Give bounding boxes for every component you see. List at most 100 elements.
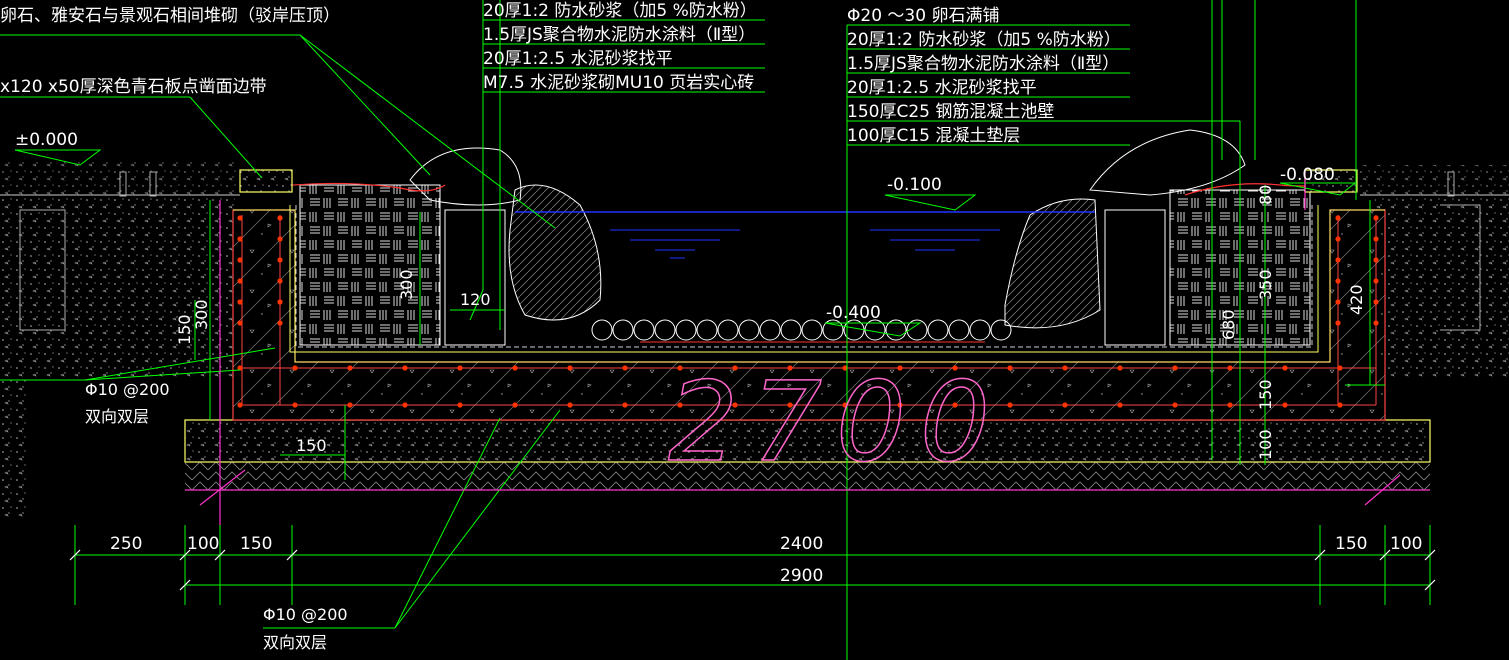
rebar-dot xyxy=(402,365,408,371)
rebar-dot xyxy=(1062,365,1068,371)
dim-left-300: 300 xyxy=(192,299,211,330)
rebar-dot xyxy=(1335,278,1341,284)
layer-spec-item: 20厚1:2 防水砂浆（加5 %防水粉） xyxy=(483,1,757,21)
dim-brick-width: 120 xyxy=(460,290,491,309)
dim-right-420: 420 xyxy=(1347,284,1366,315)
rebar-dot xyxy=(567,365,573,371)
rebar-dot xyxy=(402,402,408,408)
rebar-dot xyxy=(622,402,628,408)
dim-label: 100 xyxy=(187,534,219,554)
callout-stone-coping: 卵石、雅安石与景观石相间堆砌（驳岸压顶） xyxy=(0,6,340,26)
dim-label: 150 xyxy=(1335,534,1367,554)
pebble xyxy=(801,319,823,341)
rebar-dot xyxy=(1172,402,1178,408)
rebar-dot xyxy=(277,320,283,326)
rebar-dot xyxy=(277,236,283,242)
layer-spec-item: 150厚C25 钢筋混凝土池壁 xyxy=(847,102,1054,122)
rebar-dot xyxy=(237,257,243,263)
rebar-bottom-note: 双向双层 xyxy=(263,633,327,652)
right-brick-coping xyxy=(1104,209,1166,346)
rebar-dot xyxy=(1373,257,1379,263)
pebble xyxy=(927,319,949,341)
bottom-dimension-chain xyxy=(69,525,1436,605)
pool-section-drawing: 卵石、雅安石与景观石相间堆砌（驳岸压顶） x120 x50厚深色青石板点凿面边带… xyxy=(0,0,1509,660)
rebar-dot xyxy=(1007,402,1013,408)
rebar-left-note: 双向双层 xyxy=(85,407,149,426)
rebar-dot xyxy=(1337,365,1343,371)
layer-spec-item: Φ20 ～30 卵石满铺 xyxy=(847,6,999,26)
callout-edge-band: x120 x50厚深色青石板点凿面边带 xyxy=(0,77,267,97)
left-brick-wall xyxy=(299,184,441,346)
rebar-dot xyxy=(457,365,463,371)
rebar-dot xyxy=(1335,299,1341,305)
rebar-dot xyxy=(1373,215,1379,221)
dim-label: 150 xyxy=(240,534,272,554)
layer-spec-item: 20厚1:2.5 水泥砂浆找平 xyxy=(483,49,673,69)
rebar-dot xyxy=(237,299,243,305)
rebar-dot xyxy=(1335,236,1341,242)
left-edge-stone-band xyxy=(239,169,293,193)
rebar-dot xyxy=(1117,402,1123,408)
bottom-dimension-labels: 250 100 150 2400 150 100 xyxy=(110,534,1422,554)
rebar-dot xyxy=(1117,365,1123,371)
pebble xyxy=(969,319,991,341)
layer-spec-item: 100厚C15 混凝土垫层 xyxy=(847,126,1020,146)
rebar-dot xyxy=(1373,236,1379,242)
dim-label: 250 xyxy=(110,534,142,554)
rebar-dot xyxy=(277,215,283,221)
elevation-zero: ±0.000 xyxy=(15,130,78,150)
dim-right-100: 100 xyxy=(1256,429,1275,460)
dim-right-80: 80 xyxy=(1256,185,1275,205)
rebar-dot xyxy=(1282,365,1288,371)
rebar-dot xyxy=(292,402,298,408)
rebar-dot xyxy=(1373,320,1379,326)
dim-total: 2900 xyxy=(780,566,823,586)
rebar-dot xyxy=(1335,215,1341,221)
dim-right-150: 150 xyxy=(1256,379,1275,410)
rebar-bottom-spec: Φ10 @200 xyxy=(263,605,348,624)
rebar-dot xyxy=(277,299,283,305)
layer-spec-left: 20厚1:2 防水砂浆（加5 %防水粉） 1.5厚JS聚合物水泥防水涂料（Ⅱ型） 2… xyxy=(483,1,757,93)
rebar-dot xyxy=(347,365,353,371)
dim-label: 100 xyxy=(1390,534,1422,554)
rebar-dot xyxy=(1062,402,1068,408)
pebble xyxy=(612,319,634,341)
pebble xyxy=(696,319,718,341)
rebar-dot xyxy=(457,402,463,408)
rebar-dot xyxy=(512,402,518,408)
rebar-dot xyxy=(1007,365,1013,371)
rebar-dot xyxy=(1227,365,1233,371)
dim-right-350: 350 xyxy=(1256,269,1275,300)
rebar-dot xyxy=(277,257,283,263)
rebar-dot xyxy=(237,215,243,221)
rebar-dot xyxy=(1373,278,1379,284)
rebar-dot xyxy=(622,365,628,371)
elevation-water-level: -0.100 xyxy=(887,175,942,195)
rebar-dot xyxy=(237,402,243,408)
rebar-dot xyxy=(512,365,518,371)
rebar-dot xyxy=(237,320,243,326)
dim-brick-height: 300 xyxy=(397,269,416,300)
rebar-dot xyxy=(237,236,243,242)
layer-spec-right: Φ20 ～30 卵石满铺 20厚1:2 防水砂浆（加5 %防水粉） 1.5厚JS聚合… xyxy=(847,6,1121,146)
pebble-bed xyxy=(591,319,1012,341)
pebble xyxy=(780,319,802,341)
waterproof-layer xyxy=(289,205,1319,353)
layer-spec-item: M7.5 水泥砂浆砌MU10 页岩实心砖 xyxy=(483,73,754,93)
pebble xyxy=(759,319,781,341)
rebar-dot xyxy=(1373,299,1379,305)
rebar-dot xyxy=(1282,402,1288,408)
layer-spec-item: 1.5厚JS聚合物水泥防水涂料（Ⅱ型） xyxy=(847,54,1119,74)
left-brick-coping xyxy=(444,209,506,346)
rebar-dot xyxy=(347,402,353,408)
rebar-dot xyxy=(1337,402,1343,408)
pebble xyxy=(591,319,613,341)
pebble xyxy=(717,319,739,341)
layer-spec-item: 20厚1:2 防水砂浆（加5 %防水粉） xyxy=(847,30,1121,50)
rebar-left-spec: Φ10 @200 xyxy=(85,380,170,399)
rebar-dot xyxy=(567,402,573,408)
pebble xyxy=(654,319,676,341)
rebar-dot xyxy=(1227,402,1233,408)
rebar-dot xyxy=(1335,257,1341,263)
pebble xyxy=(738,319,760,341)
